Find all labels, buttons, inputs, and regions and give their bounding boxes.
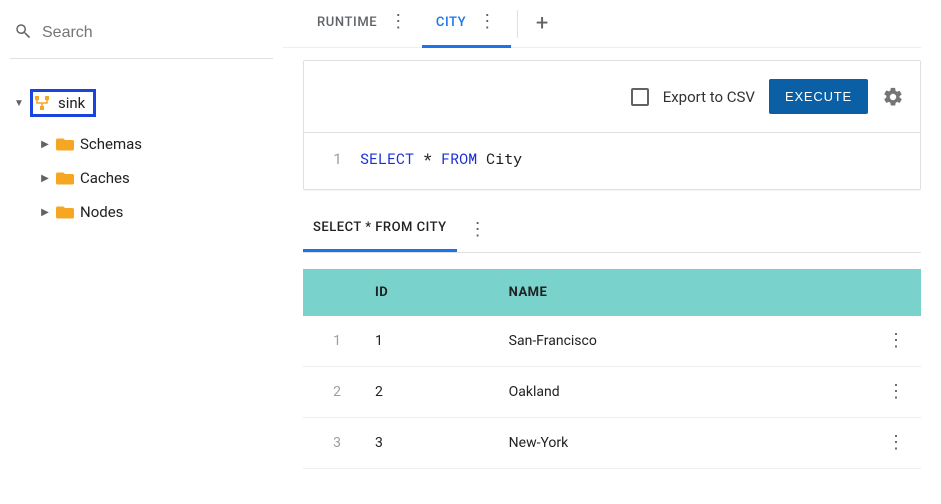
tree-item-label: Nodes (80, 203, 123, 221)
column-header-name[interactable]: NAME (495, 269, 871, 316)
result-tab[interactable]: SELECT * FROM CITY (303, 208, 457, 252)
tab-city[interactable]: CITY ⋮ (422, 0, 511, 48)
tree-item-label: Schemas (80, 135, 142, 153)
search-icon (14, 22, 32, 44)
caret-down-icon: ▼ (14, 98, 24, 109)
main: RUNTIME ⋮ CITY ⋮ + Export to CSV EXECUTE… (283, 0, 941, 504)
caret-right-icon: ▶ (40, 139, 50, 150)
cell-id: 2 (361, 367, 495, 418)
cell-name: San-Francisco (495, 316, 871, 367)
tab-runtime[interactable]: RUNTIME ⋮ (303, 0, 422, 48)
line-number: 1 (330, 149, 360, 169)
column-header-actions (871, 269, 921, 316)
row-number: 2 (303, 367, 361, 418)
execute-button[interactable]: EXECUTE (769, 79, 868, 114)
folder-icon (56, 171, 74, 186)
table-row[interactable]: 2 2 Oakland ⋮ (303, 367, 921, 418)
row-number: 1 (303, 316, 361, 367)
export-csv-checkbox[interactable] (631, 88, 649, 106)
row-number: 3 (303, 418, 361, 469)
settings-icon[interactable] (882, 86, 904, 108)
tree-item-caches[interactable]: ▶ Caches (38, 161, 273, 195)
cell-name: New-York (495, 418, 871, 469)
sidebar: ▼ sink ▶ Schemas ▶ Caches ▶ N (0, 0, 283, 504)
search-row (10, 18, 273, 59)
result-tab-menu-icon[interactable]: ⋮ (469, 221, 487, 239)
cell-id: 3 (361, 418, 495, 469)
tree-root-sink[interactable]: ▼ sink (12, 83, 273, 123)
cell-id: 1 (361, 316, 495, 367)
sql-editor[interactable]: 1 SELECT * FROM City (304, 133, 920, 189)
tree-item-nodes[interactable]: ▶ Nodes (38, 195, 273, 229)
query-editor-card: Export to CSV EXECUTE 1 SELECT * FROM Ci… (303, 60, 921, 190)
connection-icon (34, 95, 50, 111)
query-tabs: RUNTIME ⋮ CITY ⋮ + (283, 0, 921, 48)
tree-root-label: sink (56, 93, 87, 113)
tab-menu-icon[interactable]: ⋮ (389, 13, 408, 31)
tree-item-label: Caches (80, 169, 130, 187)
results-table: ID NAME 1 1 San-Francisco ⋮ 2 2 Oakland … (303, 269, 921, 469)
tab-separator (517, 10, 518, 38)
row-menu-icon[interactable]: ⋮ (887, 432, 905, 453)
query-toolbar: Export to CSV EXECUTE (304, 61, 920, 133)
tab-label: CITY (436, 15, 466, 30)
caret-right-icon: ▶ (40, 173, 50, 184)
tree-children: ▶ Schemas ▶ Caches ▶ Nodes (12, 127, 273, 229)
column-header-rownum (303, 269, 361, 316)
folder-icon (56, 137, 74, 152)
result-tabs: SELECT * FROM CITY ⋮ (303, 208, 921, 253)
folder-icon (56, 205, 74, 220)
export-csv-label: Export to CSV (663, 88, 755, 106)
search-input[interactable] (42, 24, 269, 42)
tree: ▼ sink ▶ Schemas ▶ Caches ▶ N (10, 83, 273, 229)
cell-name: Oakland (495, 367, 871, 418)
column-header-id[interactable]: ID (361, 269, 495, 316)
row-menu-icon[interactable]: ⋮ (887, 381, 905, 402)
add-tab-button[interactable]: + (524, 11, 560, 36)
row-menu-icon[interactable]: ⋮ (887, 330, 905, 351)
table-row[interactable]: 1 1 San-Francisco ⋮ (303, 316, 921, 367)
caret-right-icon: ▶ (40, 207, 50, 218)
table-row[interactable]: 3 3 New-York ⋮ (303, 418, 921, 469)
sql-code: SELECT * FROM City (360, 149, 522, 169)
tab-menu-icon[interactable]: ⋮ (478, 13, 497, 31)
tab-label: RUNTIME (317, 15, 377, 30)
tree-item-schemas[interactable]: ▶ Schemas (38, 127, 273, 161)
selected-node-highlight: sink (30, 89, 96, 117)
results-panel: SELECT * FROM CITY ⋮ ID NAME 1 1 San-Fra… (303, 208, 921, 469)
